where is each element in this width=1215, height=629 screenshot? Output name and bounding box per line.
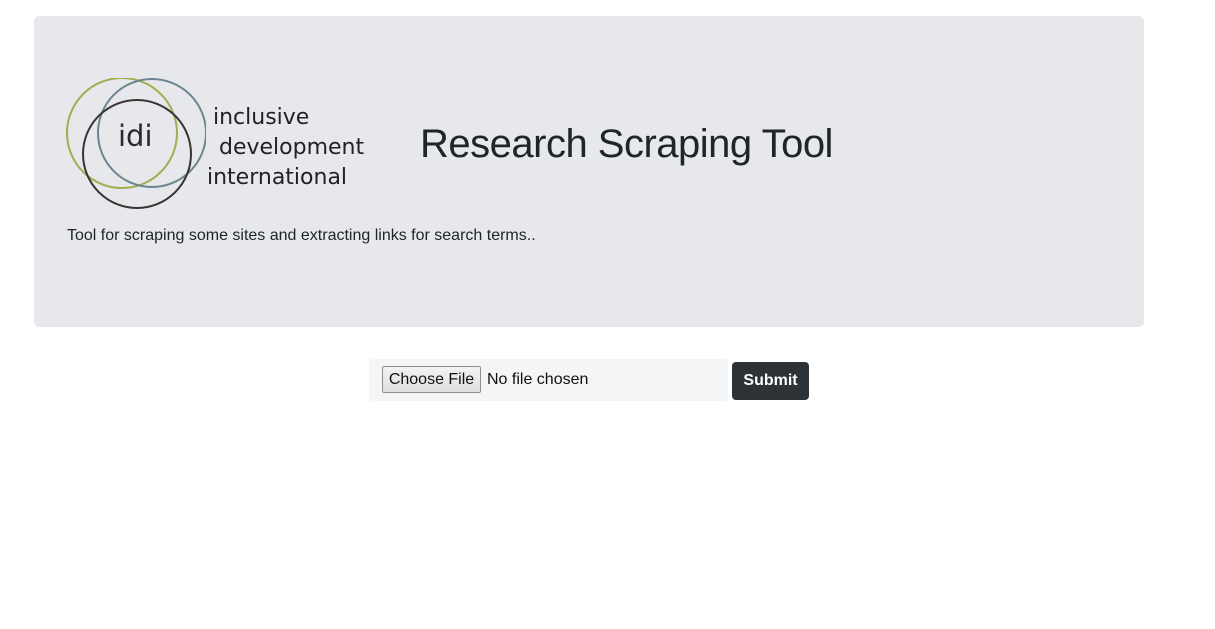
- file-status-text: No file chosen: [487, 371, 589, 388]
- logo-word-line-1: inclusive: [213, 105, 310, 130]
- logo-word-line-3: international: [207, 165, 348, 190]
- upload-form: Choose File No file chosen Submit: [369, 358, 810, 402]
- submit-button[interactable]: Submit: [732, 362, 809, 400]
- idi-logo: idi inclusive development international: [66, 78, 376, 210]
- file-input[interactable]: Choose File No file chosen: [369, 359, 728, 401]
- page-description: Tool for scraping some sites and extract…: [67, 227, 536, 244]
- logo-word-line-2: development: [219, 135, 365, 160]
- page-title: Research Scraping Tool: [420, 122, 833, 166]
- logo-mark-text: idi: [118, 119, 153, 153]
- choose-file-button[interactable]: Choose File: [382, 366, 481, 393]
- jumbotron-header: idi inclusive development international …: [34, 16, 1144, 327]
